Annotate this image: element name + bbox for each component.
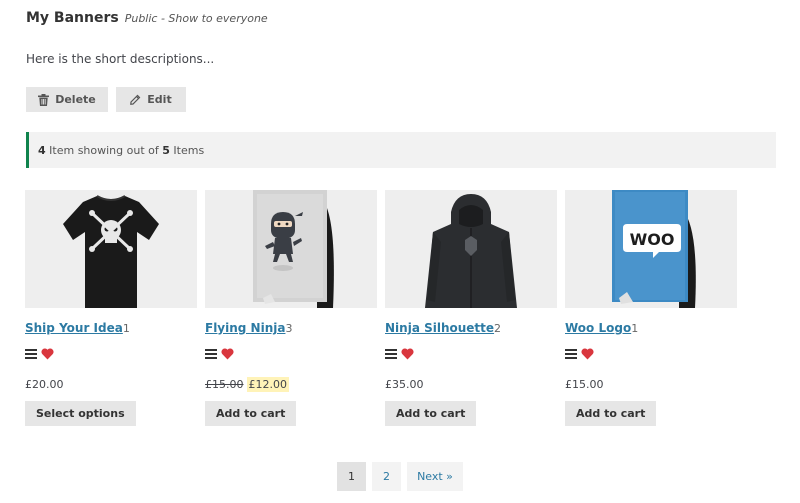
menu-icon[interactable]	[565, 348, 577, 362]
edit-label: Edit	[147, 93, 172, 106]
menu-icon[interactable]	[205, 348, 217, 362]
delete-label: Delete	[55, 93, 96, 106]
product-card: Ninja Silhouette2 £35.00 Add to cart	[385, 190, 557, 426]
product-title-link[interactable]: Ninja Silhouette	[385, 321, 494, 335]
shown-count: 4	[38, 143, 46, 157]
results-notice: 4 Item showing out of 5 Items	[26, 132, 776, 168]
trash-icon	[38, 93, 50, 106]
page-title: My Banners	[26, 10, 119, 26]
add-to-cart-button[interactable]: Add to cart	[565, 401, 657, 426]
next-page-link[interactable]: Next »	[407, 462, 463, 491]
product-price: £15.00 £12.00	[205, 376, 377, 392]
menu-icon[interactable]	[385, 348, 397, 362]
action-buttons: Delete Edit	[26, 87, 186, 112]
page-header: My Banners Public - Show to everyone	[26, 10, 268, 26]
woo-poster-text: WOO	[630, 230, 675, 249]
product-title-link[interactable]: Flying Ninja	[205, 321, 285, 335]
edit-button[interactable]: Edit	[116, 87, 186, 112]
product-card: Ship Your Idea1 £20.00 Select options	[25, 190, 197, 426]
product-count: 1	[122, 322, 130, 335]
heart-icon[interactable]	[41, 348, 54, 363]
product-image[interactable]: WOO	[565, 190, 737, 308]
product-card: Flying Ninja3 £15.00 £12.00 Add to cart	[205, 190, 377, 426]
product-image[interactable]	[25, 190, 197, 308]
price-value: £35.00	[385, 377, 424, 391]
add-to-cart-button[interactable]: Add to cart	[205, 401, 297, 426]
heart-icon[interactable]	[581, 348, 594, 363]
product-image[interactable]	[205, 190, 377, 308]
add-to-cart-button[interactable]: Add to cart	[385, 401, 477, 426]
price-value: £20.00	[25, 377, 64, 391]
price-value: £15.00	[565, 377, 604, 391]
product-count: 2	[494, 322, 502, 335]
visibility-label: Public - Show to everyone	[124, 12, 268, 25]
page-1[interactable]: 1	[337, 462, 366, 491]
product-price: £15.00	[565, 376, 737, 392]
product-title-link[interactable]: Ship Your Idea	[25, 321, 123, 335]
page-2[interactable]: 2	[372, 462, 401, 491]
product-count: 3	[285, 322, 293, 335]
select-options-button[interactable]: Select options	[25, 401, 136, 426]
notice-suffix: Items	[169, 143, 205, 157]
pencil-icon	[130, 94, 141, 105]
menu-icon[interactable]	[25, 348, 37, 362]
total-count: 5	[162, 143, 170, 157]
regular-price: £15.00	[205, 377, 244, 391]
product-card: WOO Woo Logo1 £15.00 Add to cart	[565, 190, 737, 426]
product-price: £35.00	[385, 376, 557, 392]
pagination: 1 2 Next »	[337, 462, 463, 491]
heart-icon[interactable]	[221, 348, 234, 363]
sale-price: £12.00	[246, 376, 289, 392]
short-description: Here is the short descriptions...	[26, 52, 215, 66]
delete-button[interactable]: Delete	[26, 87, 108, 112]
product-price: £20.00	[25, 376, 197, 392]
product-image[interactable]	[385, 190, 557, 308]
notice-text: Item showing out of	[45, 143, 163, 157]
product-title-link[interactable]: Woo Logo	[565, 321, 631, 335]
product-count: 1	[631, 322, 639, 335]
heart-icon[interactable]	[401, 348, 414, 363]
